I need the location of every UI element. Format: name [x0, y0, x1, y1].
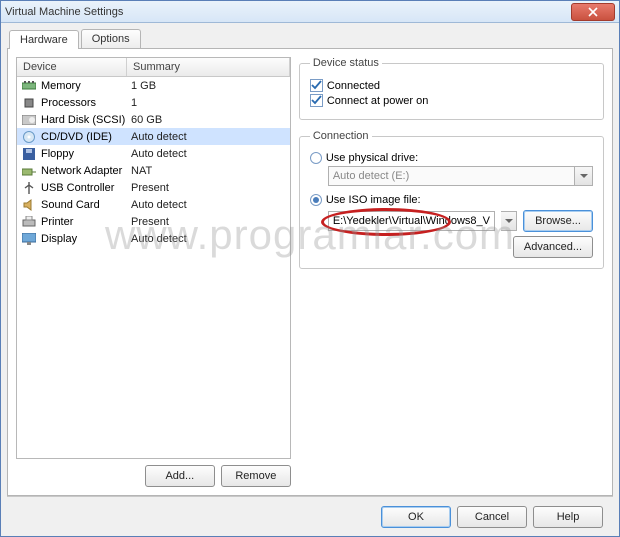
tab-options[interactable]: Options: [81, 29, 141, 48]
physical-drive-combo[interactable]: Auto detect (E:): [328, 166, 575, 186]
physical-drive-drop[interactable]: [575, 166, 593, 186]
use-physical-label: Use physical drive:: [326, 152, 418, 164]
device-name: USB Controller: [41, 182, 131, 194]
iso-path-drop[interactable]: [501, 211, 517, 231]
device-name: Hard Disk (SCSI): [41, 114, 131, 126]
device-status-legend: Device status: [310, 57, 382, 69]
hdd-icon: [21, 113, 37, 127]
device-name: Sound Card: [41, 199, 131, 211]
device-row-sound[interactable]: Sound CardAuto detect: [17, 196, 290, 213]
add-button[interactable]: Add...: [145, 465, 215, 487]
device-name: Network Adapter: [41, 165, 131, 177]
remove-button[interactable]: Remove: [221, 465, 291, 487]
tabs: Hardware Options: [7, 29, 613, 49]
titlebar[interactable]: Virtual Machine Settings: [1, 1, 619, 23]
close-icon: [588, 7, 598, 17]
chevron-down-icon: [580, 174, 588, 179]
device-name: Floppy: [41, 148, 131, 160]
device-summary: Auto detect: [131, 233, 286, 245]
device-name: Processors: [41, 97, 131, 109]
device-row-printer[interactable]: PrinterPresent: [17, 213, 290, 230]
memory-icon: [21, 79, 37, 93]
cancel-button[interactable]: Cancel: [457, 506, 527, 528]
browse-button[interactable]: Browse...: [523, 210, 593, 232]
connect-power-checkbox[interactable]: [310, 94, 323, 107]
device-summary: 1: [131, 97, 286, 109]
vm-settings-window: Virtual Machine Settings Hardware Option…: [0, 0, 620, 537]
iso-path-field[interactable]: E:\Yedekler\Virtual\Windows8_V: [328, 211, 495, 231]
cd-icon: [21, 130, 37, 144]
device-row-net[interactable]: Network AdapterNAT: [17, 162, 290, 179]
connect-power-label: Connect at power on: [327, 95, 429, 107]
device-row-usb[interactable]: USB ControllerPresent: [17, 179, 290, 196]
device-summary: Auto detect: [131, 148, 286, 160]
device-row-hdd[interactable]: Hard Disk (SCSI)60 GB: [17, 111, 290, 128]
device-summary: NAT: [131, 165, 286, 177]
device-table: Device Summary Memory1 GBProcessors1Hard…: [16, 57, 291, 459]
sound-icon: [21, 198, 37, 212]
device-row-floppy[interactable]: FloppyAuto detect: [17, 145, 290, 162]
ok-button[interactable]: OK: [381, 506, 451, 528]
device-name: Display: [41, 233, 131, 245]
connection-legend: Connection: [310, 130, 372, 142]
device-summary: Present: [131, 182, 286, 194]
floppy-icon: [21, 147, 37, 161]
chevron-down-icon: [505, 219, 513, 224]
connected-label: Connected: [327, 80, 380, 92]
printer-icon: [21, 215, 37, 229]
device-summary: Auto detect: [131, 199, 286, 211]
help-button[interactable]: Help: [533, 506, 603, 528]
device-name: Printer: [41, 216, 131, 228]
col-device[interactable]: Device: [17, 58, 127, 76]
device-row-display[interactable]: DisplayAuto detect: [17, 230, 290, 247]
cpu-icon: [21, 96, 37, 110]
use-physical-radio[interactable]: [310, 152, 322, 164]
device-summary: 1 GB: [131, 80, 286, 92]
usb-icon: [21, 181, 37, 195]
device-summary: 60 GB: [131, 114, 286, 126]
dialog-footer: OK Cancel Help: [7, 496, 613, 536]
device-row-cpu[interactable]: Processors1: [17, 94, 290, 111]
device-name: CD/DVD (IDE): [41, 131, 131, 143]
use-iso-label: Use ISO image file:: [326, 194, 421, 206]
connected-checkbox[interactable]: [310, 79, 323, 92]
device-summary: Present: [131, 216, 286, 228]
device-summary: Auto detect: [131, 131, 286, 143]
advanced-button[interactable]: Advanced...: [513, 236, 593, 258]
tab-hardware[interactable]: Hardware: [9, 30, 79, 49]
use-iso-radio[interactable]: [310, 194, 322, 206]
device-status-group: Device status Connected Connect at power…: [299, 57, 604, 120]
window-title: Virtual Machine Settings: [5, 6, 123, 18]
close-button[interactable]: [571, 3, 615, 21]
net-icon: [21, 164, 37, 178]
device-row-cd[interactable]: CD/DVD (IDE)Auto detect: [17, 128, 290, 145]
connection-group: Connection Use physical drive: Auto dete…: [299, 130, 604, 269]
device-row-memory[interactable]: Memory1 GB: [17, 77, 290, 94]
col-summary[interactable]: Summary: [127, 58, 290, 76]
display-icon: [21, 232, 37, 246]
device-name: Memory: [41, 80, 131, 92]
